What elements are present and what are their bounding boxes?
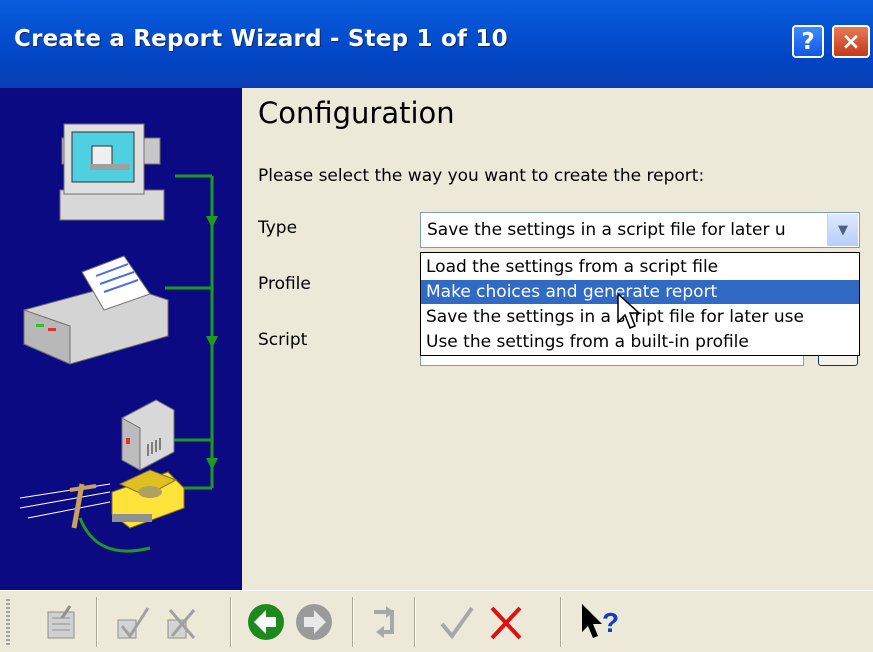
- telephone-icon: [111, 469, 185, 529]
- script-label: Script: [258, 330, 308, 350]
- help-button[interactable]: ?: [792, 25, 824, 58]
- chevron-down-icon: ▼: [838, 222, 848, 238]
- properties-icon[interactable]: [40, 598, 84, 646]
- dropdown-option-load-script[interactable]: Load the settings from a script file: [421, 255, 859, 279]
- forward-arrow-icon[interactable]: [292, 598, 336, 646]
- dropdown-option-built-in-profile[interactable]: Use the settings from a built-in profile: [421, 330, 859, 354]
- title-bar[interactable]: Create a Report Wizard - Step 1 of 10 ? …: [0, 0, 873, 88]
- network-illustration: [19, 123, 218, 553]
- toolbar-separator: [352, 597, 354, 647]
- back-arrow-icon[interactable]: [244, 598, 288, 646]
- toolbar-separator: [414, 597, 416, 647]
- type-combobox[interactable]: Save the settings in a script file for l…: [420, 212, 860, 248]
- type-label: Type: [258, 218, 298, 238]
- toolbar-separator: [560, 597, 562, 647]
- wizard-side-illustration: [0, 88, 242, 590]
- close-icon: ×: [841, 28, 861, 55]
- mouse-pointer-icon: [617, 292, 641, 329]
- computer-icon: [59, 123, 165, 221]
- cancel-x-icon[interactable]: [484, 598, 528, 646]
- instruction-text: Please select the way you want to create…: [258, 166, 705, 186]
- return-icon[interactable]: [364, 598, 408, 646]
- window-title: Create a Report Wizard - Step 1 of 10: [14, 26, 508, 52]
- checkmark-icon[interactable]: [434, 598, 478, 646]
- page-title: Configuration: [258, 96, 455, 130]
- cross-select-icon[interactable]: [160, 598, 204, 646]
- toolbar-separator: [230, 597, 232, 647]
- help-icon: ?: [801, 28, 815, 55]
- toolbar-separator: [96, 597, 98, 647]
- profile-label: Profile: [258, 274, 311, 294]
- wizard-toolbar: ?: [0, 590, 873, 652]
- type-combobox-value: Save the settings in a script file for l…: [427, 220, 786, 240]
- utility-pole-icon: [19, 483, 111, 519]
- check-select-icon[interactable]: [110, 598, 154, 646]
- whats-this-help-icon[interactable]: ?: [576, 598, 620, 646]
- close-button[interactable]: ×: [832, 25, 870, 58]
- toolbar-grip[interactable]: [6, 599, 10, 647]
- dropdown-arrow-button[interactable]: ▼: [827, 214, 858, 246]
- printer-icon: [23, 255, 169, 365]
- svg-text:?: ?: [602, 607, 619, 638]
- modem-icon: [121, 399, 175, 471]
